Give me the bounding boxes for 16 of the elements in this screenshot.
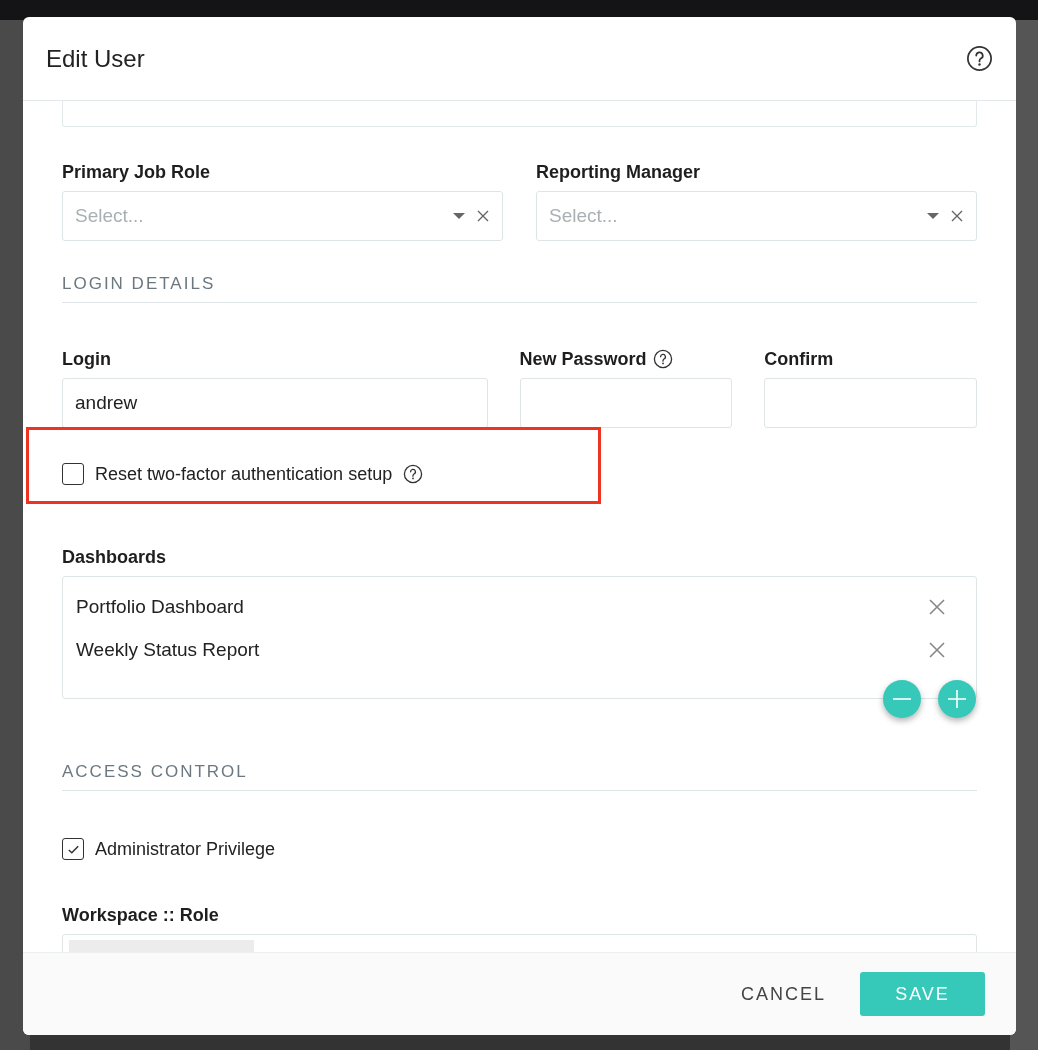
- checkbox-label: Reset two-factor authentication setup: [95, 463, 393, 485]
- input-field[interactable]: andrew: [62, 378, 488, 428]
- list-item[interactable]: Weekly Status Report: [76, 638, 260, 661]
- field-label: Reporting Manager: [536, 161, 700, 183]
- checkbox-label: Administrator Privilege: [95, 838, 276, 860]
- field-label: Dashboards: [62, 546, 167, 568]
- field-label: Confirm: [764, 348, 834, 370]
- dialog-title: Edit User: [46, 44, 145, 73]
- cancel-button[interactable]: CANCEL: [740, 973, 826, 1015]
- field-label: New Password: [519, 348, 647, 370]
- field-label: Workspace :: Role: [62, 904, 219, 926]
- section-heading: ACCESS CONTROL: [62, 762, 977, 791]
- field-label: Login: [62, 348, 111, 370]
- list-item[interactable]: Portfolio Dashboard: [76, 595, 244, 618]
- field-label: Primary Job Role: [62, 161, 211, 183]
- section-heading: LOGIN DETAILS: [62, 274, 977, 303]
